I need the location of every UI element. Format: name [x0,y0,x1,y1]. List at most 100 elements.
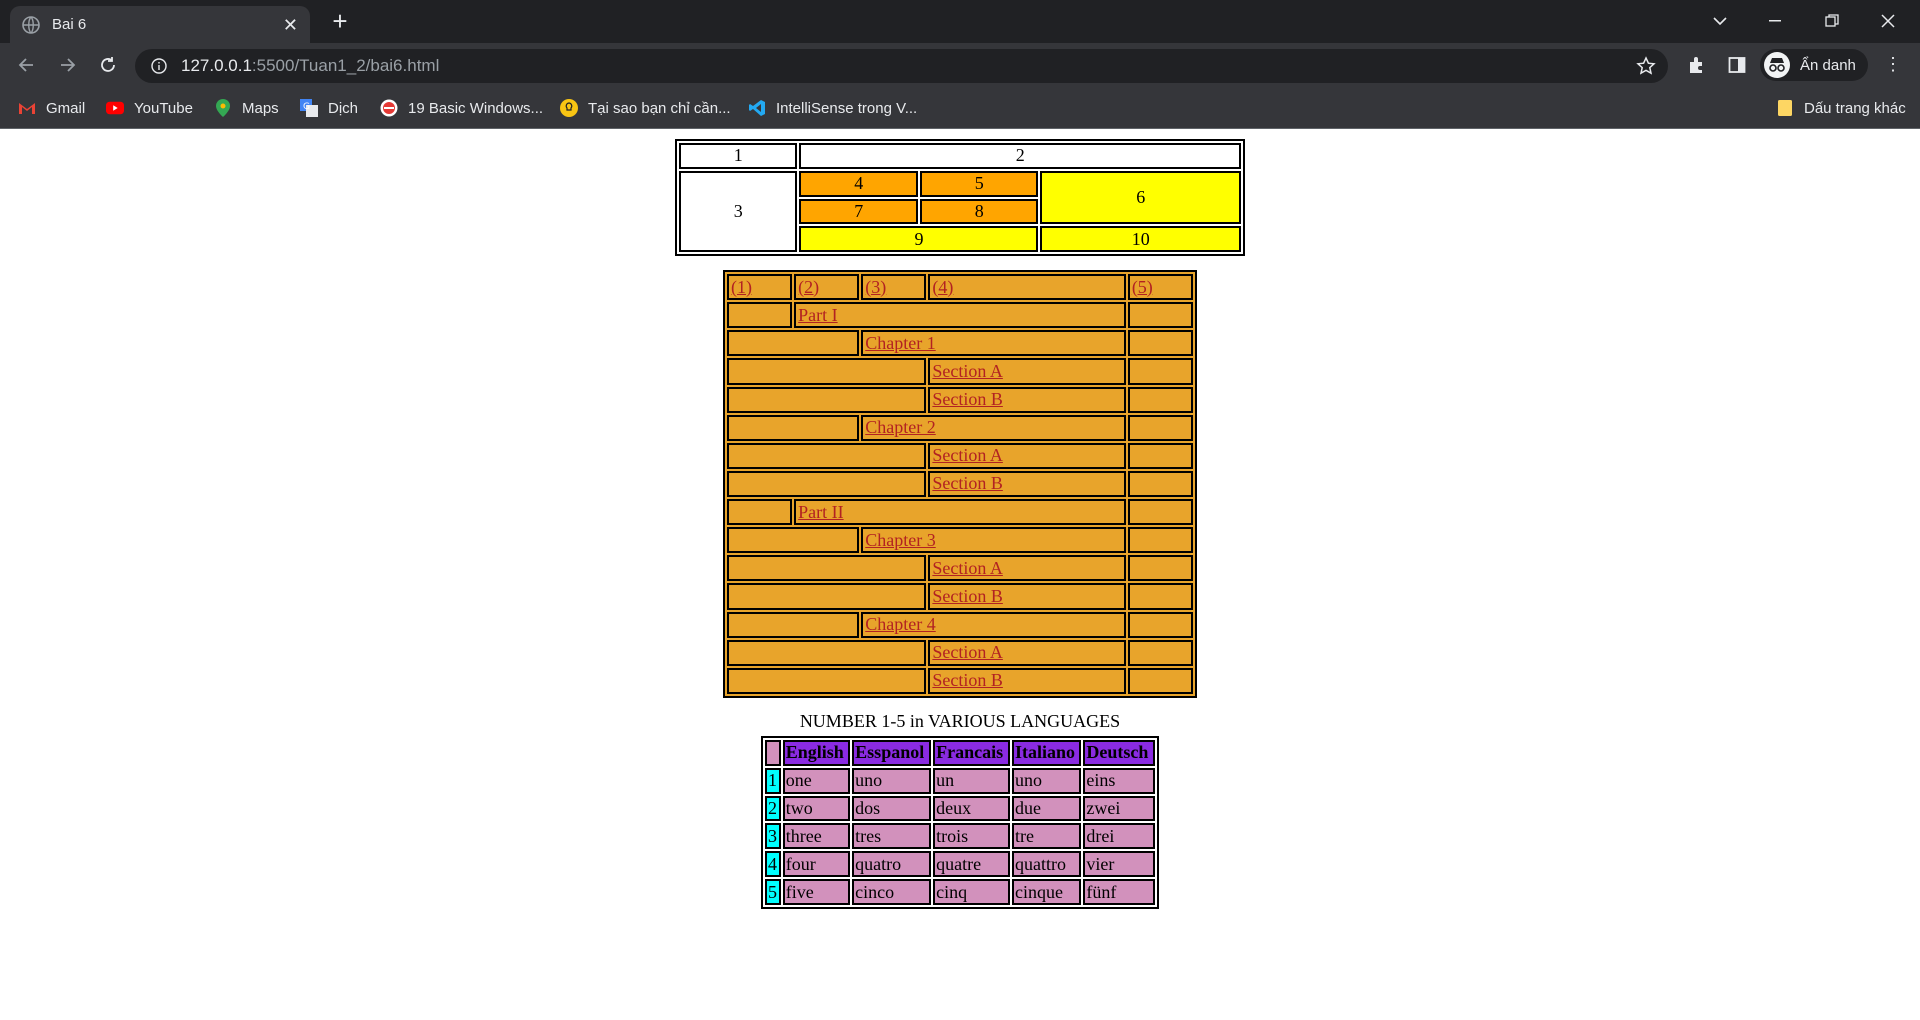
empty-cell [1127,442,1193,469]
empty-cell [727,414,860,441]
url-path: :5500/Tuan1_2/bai6.html [251,56,440,75]
reload-button[interactable] [94,51,122,79]
side-panel-icon[interactable] [1726,54,1748,76]
header-link-1[interactable]: (1) [731,277,752,297]
chapter-cell: Chapter 2 [861,414,1126,441]
table-row: 5 five cinco cinq cinque fünf [765,879,1155,905]
back-button[interactable] [12,51,40,79]
header-italiano: Italiano [1011,740,1082,766]
browser-menu-icon[interactable]: ⋮ [1882,54,1904,76]
chapter-cell: Chapter 4 [861,611,1126,638]
section-cell: Section A [928,555,1126,582]
url-host: 127.0.0.1 [181,56,252,75]
tab-strip: Bai 6 ✕ + [0,0,1920,43]
table-cell: drei [1083,823,1155,850]
part-1-link[interactable]: Part I [798,305,838,325]
address-bar[interactable]: 127.0.0.1:5500/Tuan1_2/bai6.html [135,49,1668,83]
page-content: 1 2 3 4 5 6 7 8 9 10 (1) (2) (3) (4) (5) [0,129,1920,1020]
chapter-4-link[interactable]: Chapter 4 [865,614,935,634]
bookmark-maps[interactable]: Maps [214,95,279,121]
restore-button[interactable] [1812,8,1852,34]
cell-5: 5 [919,170,1039,197]
row-number: 3 [765,823,781,850]
bookmark-youtube[interactable]: YouTube [106,95,193,121]
tab-search-icon[interactable] [1700,8,1740,34]
chapter-cell: Chapter 1 [861,330,1126,357]
forward-button[interactable] [54,51,82,79]
chapter-4-section-b-link[interactable]: Section B [932,670,1003,690]
table-row: 4 four quatro quatre quattro vier [765,851,1155,878]
empty-cell [727,639,927,666]
table-row: Chapter 2 [727,414,1193,441]
chapter-2-section-a-link[interactable]: Section A [932,445,1003,465]
empty-cell [727,611,860,638]
empty-cell [1127,499,1193,526]
chapter-3-link[interactable]: Chapter 3 [865,530,935,550]
vscode-icon [748,99,766,117]
table-cell: three [782,823,851,850]
new-tab-button[interactable]: + [326,8,354,36]
table-cell: vier [1083,851,1155,878]
bookmark-star-icon[interactable] [1636,56,1656,76]
svg-text:G: G [303,102,310,112]
table-cell: tres [852,823,932,850]
table-cell: four [782,851,851,878]
table-row: Section A [727,555,1193,582]
table-cell: cinco [852,879,932,905]
browser-tab[interactable]: Bai 6 ✕ [10,6,310,43]
header-english: English [782,740,851,766]
bookmark-intellisense[interactable]: IntelliSense trong V... [748,95,917,121]
extensions-icon[interactable] [1686,54,1708,76]
header-link-3[interactable]: (3) [865,277,886,297]
chapter-2-section-b-link[interactable]: Section B [932,473,1003,493]
part-cell: Part II [794,499,1126,526]
table-cell: uno [1011,767,1082,794]
chapter-1-section-a-link[interactable]: Section A [932,361,1003,381]
empty-cell [727,442,927,469]
empty-cell [727,470,927,497]
bookmark-windows[interactable]: 19 Basic Windows... [380,95,543,121]
empty-cell [727,302,793,329]
empty-cell [1127,527,1193,554]
other-bookmarks-folder[interactable]: Dấu trang khác [1776,95,1906,121]
empty-cell [1127,639,1193,666]
chapter-3-section-b-link[interactable]: Section B [932,586,1003,606]
close-tab-icon[interactable]: ✕ [283,16,298,34]
table-cell: quattro [1011,851,1082,878]
globe-icon [22,15,40,34]
close-window-button[interactable] [1868,8,1908,34]
header-cell: (5) [1127,274,1193,301]
part-2-link[interactable]: Part II [798,502,843,522]
chapter-1-section-b-link[interactable]: Section B [932,389,1003,409]
table-row: Chapter 4 [727,611,1193,638]
gmail-icon [18,99,36,117]
section-cell: Section A [928,639,1126,666]
table-cell: zwei [1083,795,1155,822]
table-cell: quatre [933,851,1010,878]
chapter-1-link[interactable]: Chapter 1 [865,333,935,353]
chapter-cell: Chapter 3 [861,527,1126,554]
row-number: 5 [765,879,781,905]
table-row: Chapter 1 [727,330,1193,357]
empty-cell [727,499,793,526]
incognito-profile-button[interactable]: Ẩn danh [1760,49,1868,81]
bookmark-translate[interactable]: G Dịch [300,95,358,121]
header-link-5[interactable]: (5) [1132,277,1153,297]
header-link-4[interactable]: (4) [932,277,953,297]
table-cell: deux [933,795,1010,822]
info-icon[interactable] [151,58,167,74]
chapter-2-link[interactable]: Chapter 2 [865,417,935,437]
table-row: 3 three tres trois tre drei [765,823,1155,850]
bookmark-tai-sao[interactable]: Tại sao bạn chỉ cần... [560,95,731,121]
chapter-4-section-a-link[interactable]: Section A [932,642,1003,662]
minimize-button[interactable] [1756,8,1796,34]
header-francais: Francais [933,740,1010,766]
bookmark-gmail[interactable]: Gmail [18,95,85,121]
cell-4: 4 [799,170,918,197]
table-cell: quatro [852,851,932,878]
empty-cell [1127,302,1193,329]
header-link-2[interactable]: (2) [798,277,819,297]
table-row: Section A [727,358,1193,385]
table-row: 1 one uno un uno eins [765,767,1155,794]
chapter-3-section-a-link[interactable]: Section A [932,558,1003,578]
